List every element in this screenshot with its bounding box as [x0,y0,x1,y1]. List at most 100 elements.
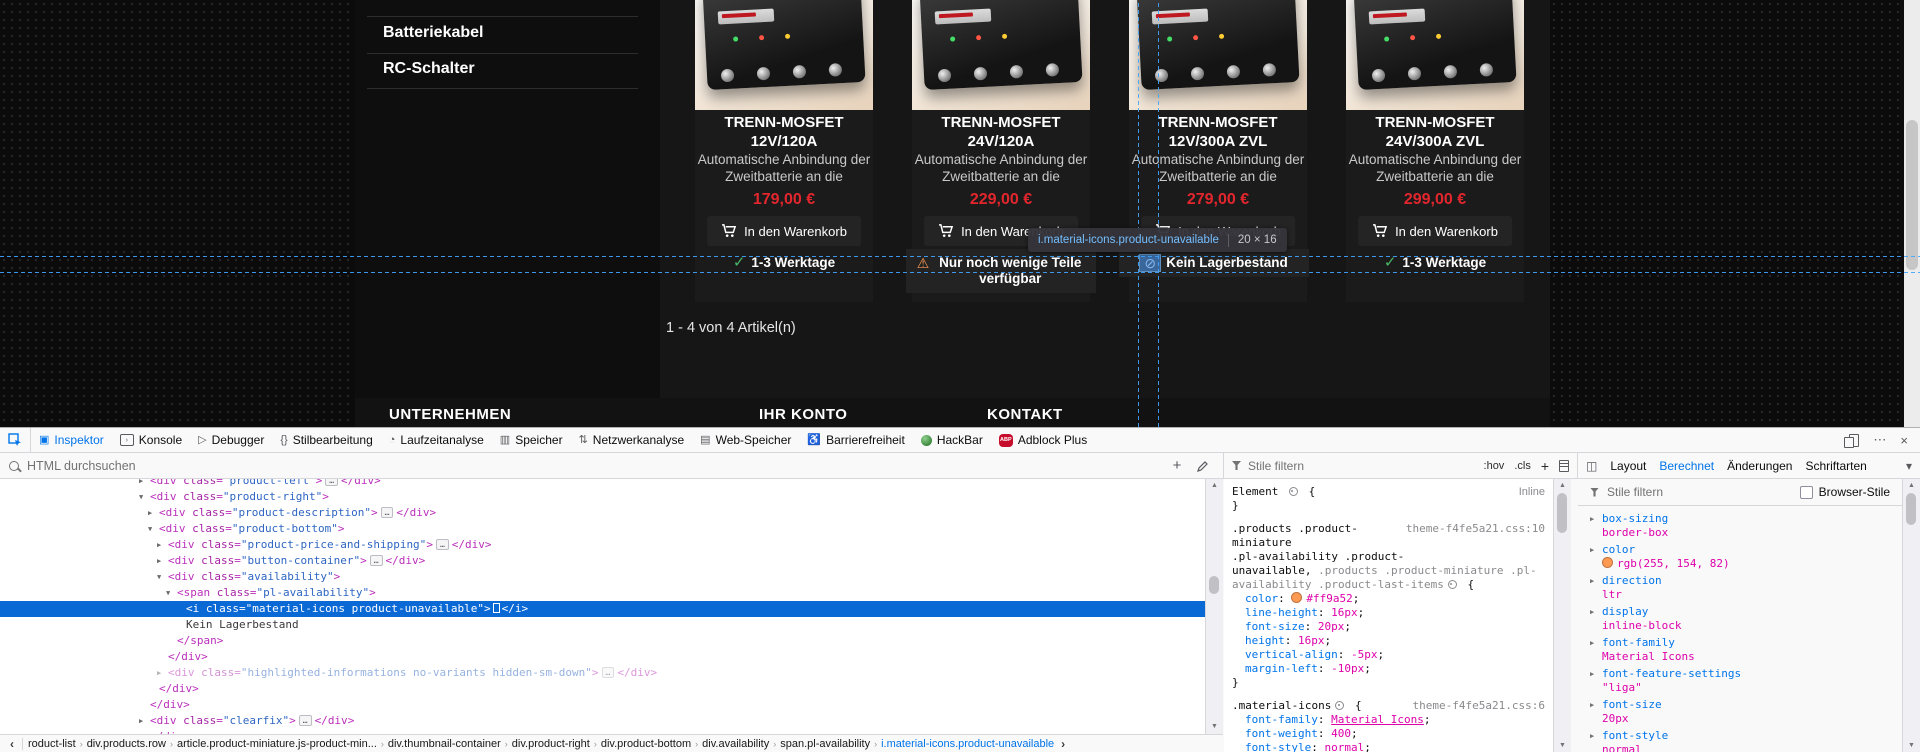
breadcrumb-item[interactable]: article.product-miniature.js-product-min… [175,738,379,750]
css-rule[interactable]: theme-f4fe5a21.css:6 .material-icons {fon… [1232,699,1545,752]
expander-arrow-icon[interactable]: ▶ [1590,732,1594,740]
rules-button-hov[interactable]: :hov [1484,460,1505,472]
rules-filter-placeholder[interactable]: Stile filtern [1248,459,1304,473]
html-search-input[interactable]: HTML durchsuchen [0,453,1169,478]
devtools-tab-web-speicher[interactable]: ▤ Web-Speicher [692,428,799,452]
product-image[interactable] [912,0,1090,110]
devtools-tab-debugger[interactable]: ▷ Debugger [190,428,272,452]
expander-arrow-icon[interactable]: ▶ [1590,608,1594,616]
responsive-design-icon[interactable] [1844,433,1860,448]
devtools-tab-adblock plus[interactable]: ABP Adblock Plus [991,428,1095,452]
sidebar-item-überladeschutz[interactable]: Überladeschutz [383,0,638,4]
css-declaration[interactable]: vertical-align: -5px; [1232,648,1545,662]
rule-element[interactable]: Element {Inline [1232,485,1545,499]
markup-line[interactable]: ▼ <div class="product-bottom"> [0,521,1205,537]
rule-source-link[interactable]: theme-f4fe5a21.css:6 [1413,699,1545,713]
devtools-tab-netzwerkanalyse[interactable]: ⇅ Netzwerkanalyse [571,428,693,452]
checkbox-icon[interactable] [1799,485,1813,499]
rule-source-link[interactable]: theme-f4fe5a21.css:10 [1406,522,1545,536]
collapsed-content-badge[interactable]: … [435,539,449,550]
expander-arrow-icon[interactable]: ▶ [1590,546,1594,554]
sidebar-item-rc-schalter[interactable]: RC-Schalter [383,60,638,78]
expander-arrow-icon[interactable]: ▼ [157,569,161,585]
product-image[interactable] [1346,0,1524,110]
collapsed-content-badge[interactable]: … [380,507,394,518]
computed-property[interactable]: ▶ font-feature-settings "liga" [1590,667,1898,698]
breadcrumb-item[interactable]: div.availability [700,738,771,750]
expander-arrow-icon[interactable]: ▶ [139,713,143,729]
pick-element-button[interactable] [0,428,31,452]
expander-arrow-icon[interactable]: ▶ [1590,577,1594,585]
css-rule[interactable]: theme-f4fe5a21.css:10 .products .product-… [1232,522,1545,690]
computed-property[interactable]: ▶ font-family Material Icons [1590,636,1898,667]
toggle-sidebar-icon[interactable]: ◫ [1586,459,1597,473]
computed-scrollbar[interactable]: ▲ ▼ [1902,479,1920,752]
create-new-node-button[interactable]: + [1166,453,1188,478]
expander-arrow-icon[interactable]: ▶ [148,505,152,521]
expander-arrow-icon[interactable]: ▼ [139,489,143,505]
devtools-tab-stilbearbeitung[interactable]: {} Stilbearbeitung [272,428,380,452]
css-declaration[interactable]: line-height: 16px; [1232,606,1545,620]
expander-arrow-icon[interactable]: ▶ [1590,701,1594,709]
color-swatch[interactable] [1291,592,1303,603]
tab-schriftarten[interactable]: Schriftarten [1805,459,1866,473]
browser-scrollbar[interactable] [1904,0,1920,427]
expander-arrow-icon[interactable]: ▶ [1590,639,1594,647]
expander-arrow-icon[interactable]: ▶ [157,553,161,569]
markup-line[interactable]: ▼ <span class="pl-availability"> [0,585,1205,601]
css-declaration[interactable]: font-weight: 400; [1232,727,1545,741]
computed-property[interactable]: ▶ box-sizing border-box [1590,512,1898,543]
breadcrumb-item[interactable]: span.pl-availability [778,738,872,750]
computed-property[interactable]: ▶ display inline-block [1590,605,1898,636]
collapsed-content-badge[interactable]: … [601,667,615,678]
markup-line[interactable]: Kein Lagerbestand [0,617,1205,633]
markup-line[interactable]: </div> [0,649,1205,665]
breadcrumb-scroll-left-icon[interactable]: ‹ [5,737,19,751]
product-image[interactable] [695,0,873,110]
product-title[interactable]: TRENN-MOSFET 12V/120A [697,113,871,151]
expander-arrow-icon[interactable]: ▶ [139,479,143,489]
tab-berechnet[interactable]: Berechnet [1659,459,1714,473]
markup-line[interactable]: ▶ <div class="clearfix">… </div> [0,713,1205,729]
collapsed-content-badge[interactable]: … [369,555,383,566]
computed-property[interactable]: ▶ font-style normal [1590,729,1898,752]
markup-line[interactable]: ▼ <div class="product-right"> [0,489,1205,505]
breadcrumb-item[interactable]: roduct-list [26,738,78,750]
computed-property[interactable]: ▶ font-size 20px [1590,698,1898,729]
expander-arrow-icon[interactable]: ▶ [157,537,161,553]
markup-line[interactable]: </div> [0,697,1205,713]
markup-line[interactable]: ▼ <div class="availability"> [0,569,1205,585]
expander-arrow-icon[interactable]: ▶ [1590,515,1594,523]
css-declaration[interactable]: color: #ff9a52; [1232,592,1545,606]
add-to-cart-button[interactable]: In den Warenkorb [707,216,861,246]
markup-line[interactable]: ▶ <div class="product-price-and-shipping"… [0,537,1205,553]
markup-line[interactable]: ▶ <div class="product-description">… </div… [0,505,1205,521]
meatball-menu-icon[interactable]: ⋯ [1873,432,1886,448]
rules-scrollbar[interactable]: ▲ ▼ [1553,479,1571,752]
devtools-tab-konsole[interactable]: › Konsole [112,428,190,452]
rules-button-[interactable]: + [1541,458,1549,474]
breadcrumb-item[interactable]: div.thumbnail-container [386,738,503,750]
breadcrumb-item[interactable]: div.product-bottom [599,738,693,750]
css-declaration[interactable]: font-size: 20px; [1232,620,1545,634]
product-title[interactable]: TRENN-MOSFET 24V/300A ZVL [1348,113,1522,151]
browser-styles-checkbox[interactable]: Browser-Stile [1799,485,1890,499]
computed-filter-placeholder[interactable]: Stile filtern [1607,485,1663,499]
close-devtools-icon[interactable]: × [1900,433,1908,448]
product-title[interactable]: TRENN-MOSFET 24V/120A [914,113,1088,151]
breadcrumb-item[interactable]: i.material-icons.product-unavailable [879,738,1056,750]
css-declaration[interactable]: height: 16px; [1232,634,1545,648]
collapsed-content-badge[interactable]: … [325,479,339,486]
markup-line[interactable]: ▶ <div class="highlighted-informations no… [0,665,1205,681]
browser-scrollbar-thumb[interactable] [1906,120,1918,270]
css-declaration[interactable]: font-style: normal; [1232,741,1545,752]
markup-line-selected[interactable]: <i class="material-icons product-unavail… [0,601,1205,617]
breadcrumb-item[interactable]: div.products.row [85,738,168,750]
markup-line[interactable]: ▶ <div class="button-container">… </div> [0,553,1205,569]
add-to-cart-button[interactable]: In den Warenkorb [1358,216,1512,246]
markup-scrollbar[interactable]: ▲ ▼ [1205,479,1223,734]
collapsed-content-badge[interactable]: … [298,715,312,726]
expander-arrow-icon[interactable]: ▼ [148,521,152,537]
breadcrumb-scroll-right-icon[interactable]: › [1056,737,1070,751]
tab-layout[interactable]: Layout [1610,459,1646,473]
